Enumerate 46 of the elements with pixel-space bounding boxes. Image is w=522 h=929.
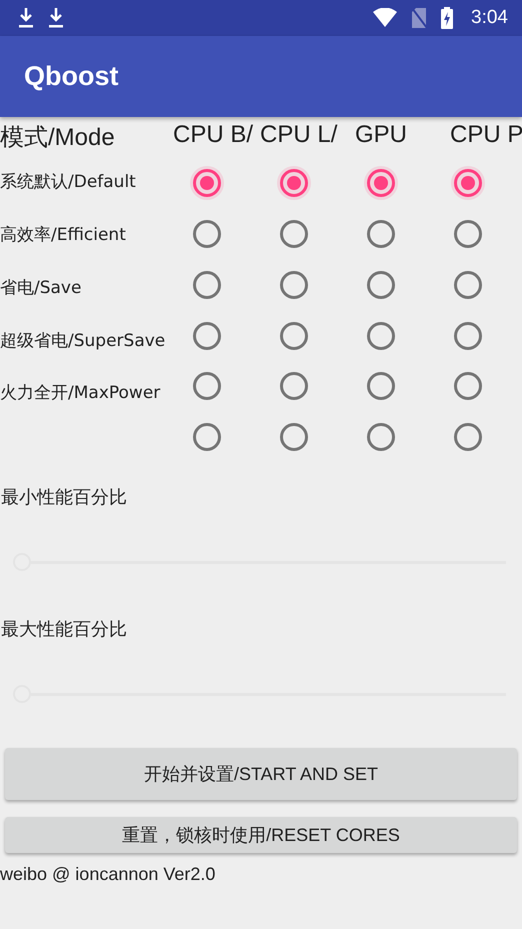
radio-button[interactable] [280, 372, 308, 400]
column-header: 模式/Mode [0, 123, 116, 153]
column-header: CPU B/ [173, 121, 254, 149]
download-icon [48, 7, 64, 29]
mode-label: 系统默认/Default [0, 171, 137, 194]
mode-label: 超级省电/SuperSave [0, 330, 166, 352]
radio-button[interactable] [193, 322, 221, 350]
radio-button[interactable] [280, 270, 308, 299]
mode-label: 高效率/Efficient [0, 224, 127, 246]
column-header: CPU P [450, 121, 522, 149]
column-header: GPU [355, 121, 408, 149]
status-time: 3:04 [471, 7, 508, 29]
radio-button[interactable] [280, 169, 308, 198]
radio-button[interactable] [454, 322, 482, 350]
battery-charging-icon [441, 7, 454, 29]
download-icon [18, 7, 34, 29]
radio-button[interactable] [280, 220, 308, 248]
radio-button[interactable] [367, 423, 395, 452]
radio-button[interactable] [193, 270, 221, 299]
radio-button[interactable] [193, 220, 221, 248]
radio-button[interactable] [280, 423, 308, 452]
app-title: Qboost [24, 61, 118, 92]
radio-button[interactable] [280, 322, 308, 350]
radio-button[interactable] [454, 423, 482, 452]
slider-label: 最小性能百分比 [0, 486, 128, 509]
radio-button[interactable] [454, 169, 482, 198]
slider-label: 最大性能百分比 [0, 618, 128, 641]
mode-label: 省电/Save [0, 276, 82, 299]
radio-button[interactable] [454, 270, 482, 299]
reset-button[interactable]: 重置，锁核时使用/RESET CORES [5, 817, 517, 853]
no-sim-icon [411, 7, 428, 29]
radio-button[interactable] [367, 372, 395, 400]
radio-button[interactable] [193, 169, 221, 198]
radio-button[interactable] [454, 220, 482, 248]
column-header: CPU L/ [260, 121, 338, 149]
radio-button[interactable] [367, 322, 395, 350]
start-button[interactable]: 开始并设置/START AND SET [5, 748, 517, 800]
radio-button[interactable] [454, 372, 482, 400]
radio-button[interactable] [193, 423, 221, 452]
wifi-icon [373, 8, 398, 28]
mode-label: 火力全开/MaxPower [0, 382, 162, 404]
radio-button[interactable] [367, 270, 395, 299]
radio-button[interactable] [193, 372, 221, 400]
radio-button[interactable] [367, 220, 395, 248]
radio-button[interactable] [367, 169, 395, 198]
footer-text: weibo @ ioncannon Ver2.0 [0, 864, 216, 885]
